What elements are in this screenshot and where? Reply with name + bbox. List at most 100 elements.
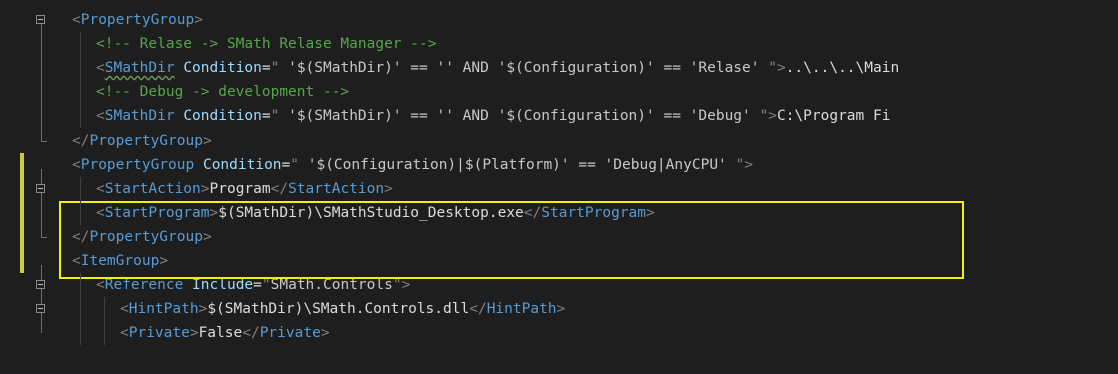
- code-token: StartAction: [288, 180, 385, 197]
- code-token: >: [320, 325, 330, 342]
- code-token: <!-- Debug -> development -->: [96, 84, 350, 101]
- code-token: PropertyGroup: [89, 132, 203, 149]
- code-line[interactable]: <PropertyGroup>: [72, 8, 203, 32]
- code-token: HintPath: [486, 301, 557, 318]
- code-token: C:\Program Fi: [776, 108, 891, 125]
- code-line[interactable]: <!-- Debug -> development -->: [96, 80, 349, 104]
- code-token: <: [96, 108, 105, 125]
- code-line[interactable]: </PropertyGroup>: [72, 129, 212, 153]
- code-line[interactable]: <Private>False</Private>: [120, 321, 330, 345]
- code-line[interactable]: <!-- Relase -> SMath Relase Manager -->: [96, 32, 436, 56]
- editor-gutter: [0, 0, 62, 374]
- code-token: =: [253, 277, 262, 294]
- code-token: $(SMathDir)\SMath.Controls.dll: [207, 301, 470, 318]
- code-line[interactable]: </PropertyGroup>: [72, 225, 212, 249]
- modified-line-marker: [20, 152, 24, 177]
- code-token: <: [96, 180, 105, 197]
- indent-guide: [80, 273, 81, 346]
- code-token: SMathDir: [104, 108, 175, 125]
- code-token: StartAction: [104, 180, 201, 197]
- code-token: PropertyGroup: [80, 12, 195, 28]
- code-line[interactable]: <PropertyGroup Condition=" '$(Configurat…: [72, 153, 753, 177]
- modified-line-marker: [20, 249, 24, 274]
- code-token: Condition: [202, 156, 282, 173]
- code-token: ": [735, 156, 745, 173]
- code-token: HintPath: [128, 301, 199, 318]
- code-token: <: [72, 12, 81, 28]
- indent-guide: [80, 32, 81, 129]
- fold-end-tick: [41, 140, 47, 142]
- code-token: >: [159, 253, 169, 269]
- code-token: >: [209, 204, 219, 221]
- code-token: Private: [259, 325, 321, 342]
- code-token: >: [384, 180, 393, 197]
- code-token: <: [120, 301, 129, 318]
- code-line[interactable]: <StartAction>Program</StartAction>: [96, 177, 393, 201]
- code-token: ": [392, 277, 402, 294]
- code-token: >: [198, 301, 208, 318]
- code-token: >: [202, 132, 212, 149]
- code-line[interactable]: <SMathDir Condition= " '$(SMathDir)' == '…: [96, 104, 890, 128]
- code-token: >: [768, 108, 777, 125]
- collapse-toggle-icon[interactable]: [36, 15, 45, 24]
- code-token: </: [270, 180, 289, 197]
- code-token: ": [290, 156, 300, 173]
- code-token: >: [200, 180, 210, 197]
- code-token: False: [198, 325, 243, 342]
- code-line[interactable]: <HintPath>$(SMathDir)\SMath.Controls.dll…: [120, 297, 565, 321]
- code-token: >: [776, 60, 786, 77]
- code-token: >: [401, 277, 411, 294]
- code-token: PropertyGroup: [80, 156, 195, 173]
- code-token: <: [72, 156, 81, 173]
- code-token: </: [242, 325, 260, 342]
- modified-line-marker: [20, 176, 24, 201]
- collapse-toggle-icon[interactable]: [36, 304, 45, 314]
- code-token: >: [744, 156, 753, 173]
- code-token: ": [759, 108, 769, 125]
- code-editor[interactable]: <PropertyGroup> <!-- Relase -> SMath Rela…: [0, 0, 1118, 374]
- modified-line-marker: [20, 224, 24, 249]
- indent-guide: [104, 297, 105, 346]
- code-token: SMathDir: [104, 60, 175, 77]
- code-token: </: [72, 132, 90, 149]
- code-line[interactable]: <Reference Include="SMath.Controls">: [96, 273, 410, 297]
- modified-line-marker: [20, 200, 24, 225]
- fold-guide: [41, 168, 42, 237]
- code-token: $(SMathDir)\SMathStudio_Desktop.exe: [218, 204, 524, 221]
- code-token: Condition: [183, 60, 262, 77]
- code-token: >: [189, 325, 199, 342]
- code-token: >: [556, 301, 566, 318]
- code-token: <: [120, 325, 129, 342]
- code-token: SMath.Controls: [270, 277, 393, 294]
- code-token: =: [261, 60, 271, 77]
- code-line[interactable]: <SMathDir Condition= " '$(SMathDir)' == '…: [96, 56, 899, 80]
- code-token: >: [194, 12, 203, 28]
- indent-guide: [80, 176, 81, 225]
- fold-guide: [41, 24, 42, 141]
- collapse-toggle-icon[interactable]: [36, 280, 45, 290]
- code-token: StartProgram: [541, 204, 647, 221]
- code-token: Reference: [104, 277, 184, 294]
- code-line[interactable]: <ItemGroup>: [72, 249, 168, 273]
- code-token: <: [72, 253, 81, 269]
- code-token: '$(SMathDir)' == '' AND '$(Configuration…: [279, 60, 769, 77]
- code-token: <: [96, 204, 105, 221]
- code-token: StartProgram: [104, 204, 210, 221]
- code-token: '$(Configuration)|$(Platform)' == 'Debug…: [299, 156, 736, 173]
- code-token: Include: [192, 277, 254, 294]
- collapse-toggle-icon[interactable]: [36, 183, 45, 193]
- code-token: ..\..\..\Main: [785, 60, 900, 77]
- code-token: >: [202, 228, 212, 245]
- code-token: <: [96, 60, 105, 77]
- code-token: PropertyGroup: [89, 228, 203, 245]
- code-token: >: [646, 204, 655, 221]
- code-token: =: [281, 156, 291, 173]
- code-token: Program: [209, 180, 271, 197]
- code-line[interactable]: <StartProgram>$(SMathDir)\SMathStudio_De…: [96, 201, 655, 225]
- code-token: <!-- Relase -> SMath Relase Manager -->: [96, 36, 437, 53]
- code-token: Condition: [183, 108, 262, 125]
- code-token: '$(SMathDir)' == '' AND '$(Configuration…: [279, 108, 760, 125]
